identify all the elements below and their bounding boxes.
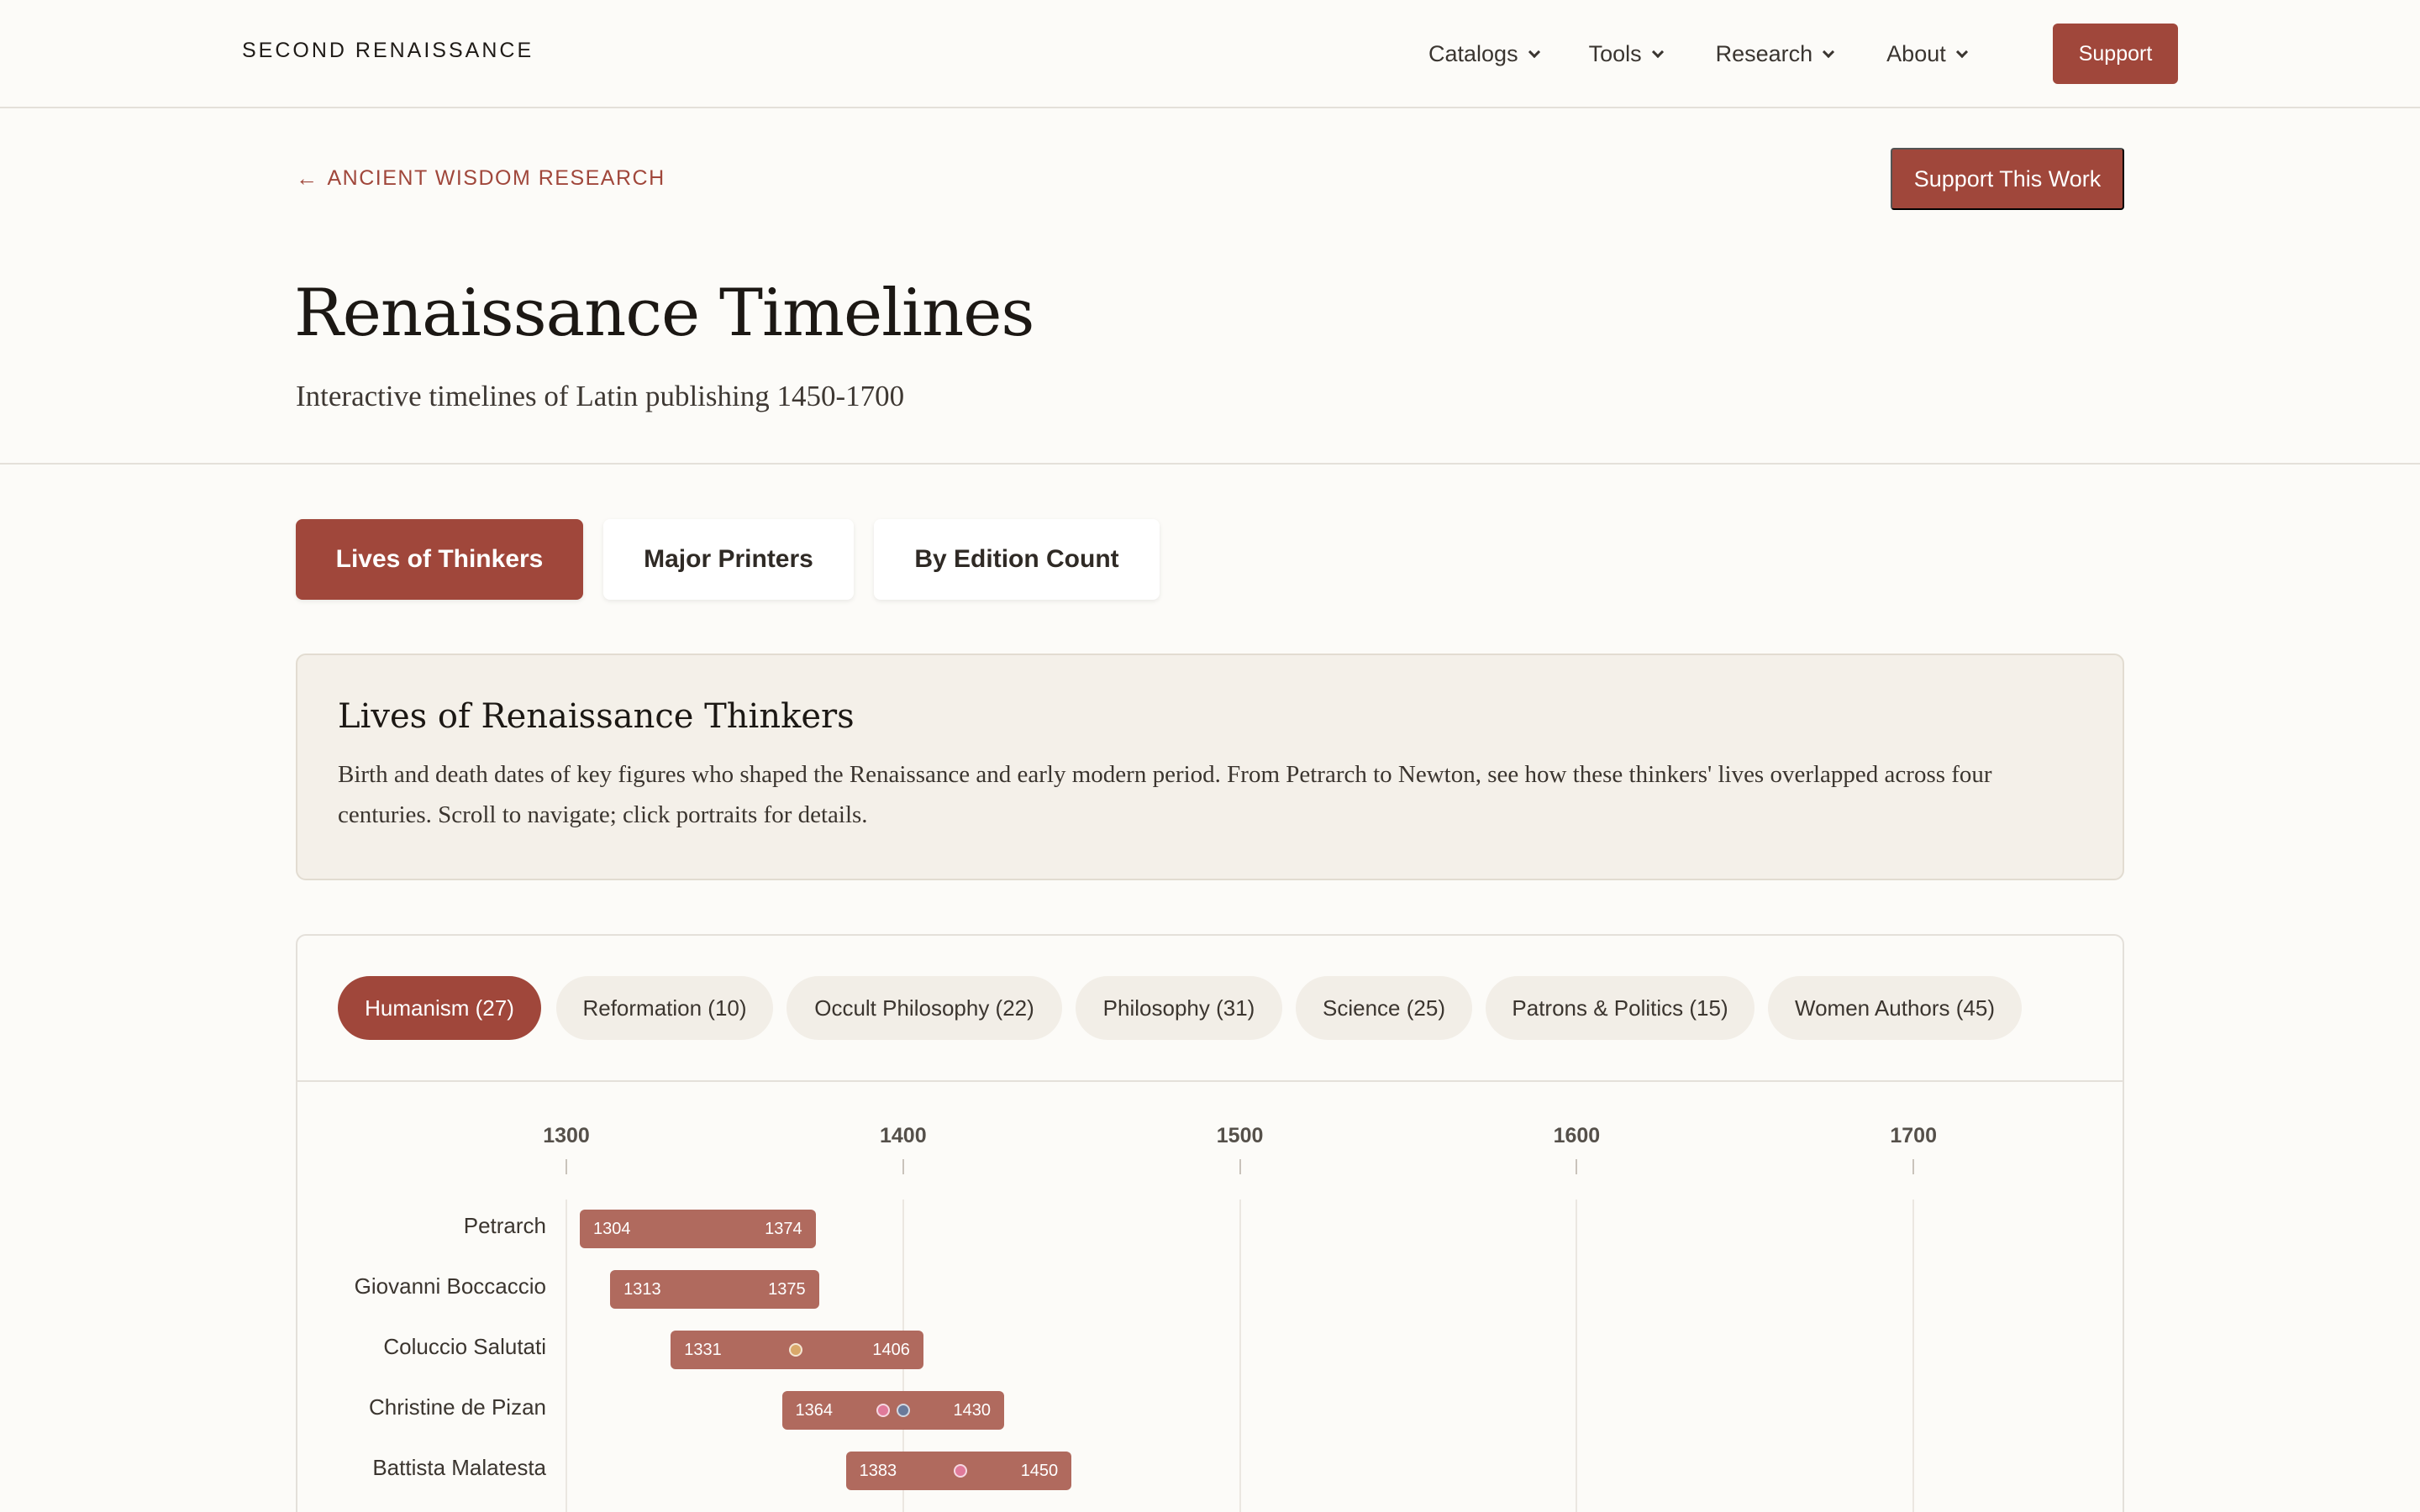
nav-tools-label: Tools — [1588, 40, 1642, 66]
death-year: 1374 — [765, 1220, 802, 1238]
axis-tick — [566, 1159, 567, 1174]
intro-card: Lives of Renaissance Thinkers Birth and … — [296, 654, 2124, 880]
intro-description: Birth and death dates of key figures who… — [338, 754, 2082, 835]
birth-year: 1304 — [593, 1220, 631, 1238]
filter-chip-humanism[interactable]: Humanism (27) — [338, 976, 541, 1040]
gridline — [1576, 1200, 1578, 1512]
chevron-down-icon — [1651, 45, 1664, 58]
brand-logo[interactable]: SECOND RENAISSANCE — [242, 39, 534, 63]
gridline — [1239, 1200, 1241, 1512]
axis-tick-label: 1400 — [879, 1124, 927, 1147]
tab-lives-of-thinkers[interactable]: Lives of Thinkers — [296, 519, 583, 600]
axis-tick — [1239, 1159, 1241, 1174]
chevron-down-icon — [1823, 45, 1835, 58]
tab-by-edition-count[interactable]: By Edition Count — [874, 519, 1160, 600]
lifespan-bar[interactable]: 1304 1374 — [580, 1210, 816, 1248]
axis-tick — [1912, 1159, 1915, 1174]
thinker-name: Battista Malatesta — [372, 1455, 546, 1480]
top-navigation-bar: SECOND RENAISSANCE Catalogs Tools Resear… — [0, 0, 2420, 108]
arrow-left-icon: ← — [296, 165, 319, 191]
intro-line-1: Birth and death dates of key figures who… — [338, 761, 1992, 788]
gridline — [566, 1200, 567, 1512]
portrait-marker[interactable] — [788, 1343, 802, 1357]
lifespan-bar[interactable]: 1313 1375 — [610, 1270, 819, 1309]
view-tabs: Lives of Thinkers Major Printers By Edit… — [296, 519, 1180, 600]
intro-title: Lives of Renaissance Thinkers — [338, 697, 855, 736]
death-year: 1450 — [1020, 1462, 1059, 1480]
filter-chip-philosophy[interactable]: Philosophy (31) — [1076, 976, 1282, 1040]
death-year: 1406 — [872, 1341, 910, 1359]
intro-line-2: centuries. Scroll to navigate; click por… — [338, 801, 868, 828]
nav-about-label: About — [1886, 40, 1946, 66]
lifespan-bar[interactable]: 1383 1450 — [845, 1452, 1072, 1490]
axis-tick — [902, 1159, 904, 1174]
nav-tools[interactable]: Tools — [1588, 40, 1664, 67]
filter-chip-reformation[interactable]: Reformation (10) — [556, 976, 773, 1040]
support-this-work-button[interactable]: Support This Work — [1891, 148, 2124, 210]
filter-chip-occult-philosophy[interactable]: Occult Philosophy (22) — [786, 976, 1062, 1040]
gridline — [1912, 1200, 1915, 1512]
axis-tick-label: 1300 — [543, 1124, 590, 1147]
tab-major-printers[interactable]: Major Printers — [603, 519, 854, 600]
portrait-marker[interactable] — [896, 1404, 910, 1417]
axis-tick-label: 1500 — [1216, 1124, 1264, 1147]
nav-research-label: Research — [1715, 40, 1813, 66]
portrait-marker[interactable] — [953, 1464, 967, 1478]
axis-tick-label: 1700 — [1890, 1124, 1937, 1147]
main-nav: Catalogs Tools Research About — [1428, 24, 2020, 84]
lifespan-bar[interactable]: 1331 1406 — [671, 1331, 923, 1369]
birth-year: 1364 — [795, 1401, 834, 1420]
chevron-down-icon — [1955, 45, 1968, 58]
lifespan-bar[interactable]: 1364 1430 — [781, 1391, 1005, 1430]
nav-research[interactable]: Research — [1715, 40, 1835, 67]
support-button[interactable]: Support — [2053, 24, 2178, 84]
thinker-name: Petrarch — [463, 1213, 546, 1238]
axis-tick-label: 1600 — [1553, 1124, 1601, 1147]
nav-about[interactable]: About — [1886, 40, 1968, 67]
birth-year: 1331 — [684, 1341, 722, 1359]
page-title: Renaissance Timelines — [294, 276, 1034, 351]
thinker-name: Christine de Pizan — [369, 1394, 546, 1420]
portrait-marker[interactable] — [876, 1404, 890, 1417]
divider — [0, 463, 2420, 465]
thinker-name: Giovanni Boccaccio — [354, 1273, 546, 1299]
birth-year: 1313 — [623, 1280, 661, 1299]
thinker-name: Coluccio Salutati — [383, 1334, 546, 1359]
page-subtitle: Interactive timelines of Latin publishin… — [296, 380, 905, 412]
filter-chip-women-authors[interactable]: Women Authors (45) — [1768, 976, 2022, 1040]
nav-catalogs-label: Catalogs — [1428, 40, 1518, 66]
nav-catalogs[interactable]: Catalogs — [1428, 40, 1540, 67]
death-year: 1375 — [768, 1280, 806, 1299]
filter-chip-patrons-politics[interactable]: Patrons & Politics (15) — [1486, 976, 1754, 1040]
death-year: 1430 — [953, 1401, 992, 1420]
back-link[interactable]: ← ANCIENT WISDOM RESEARCH — [296, 165, 666, 192]
axis-tick — [1576, 1159, 1578, 1174]
category-filters: Humanism (27) Reformation (10) Occult Ph… — [297, 936, 2123, 1082]
chevron-down-icon — [1528, 45, 1540, 58]
filter-chip-science[interactable]: Science (25) — [1296, 976, 1472, 1040]
timeline-panel: Humanism (27) Reformation (10) Occult Ph… — [296, 934, 2124, 1512]
back-link-label: ANCIENT WISDOM RESEARCH — [327, 166, 666, 190]
birth-year: 1383 — [859, 1462, 897, 1480]
